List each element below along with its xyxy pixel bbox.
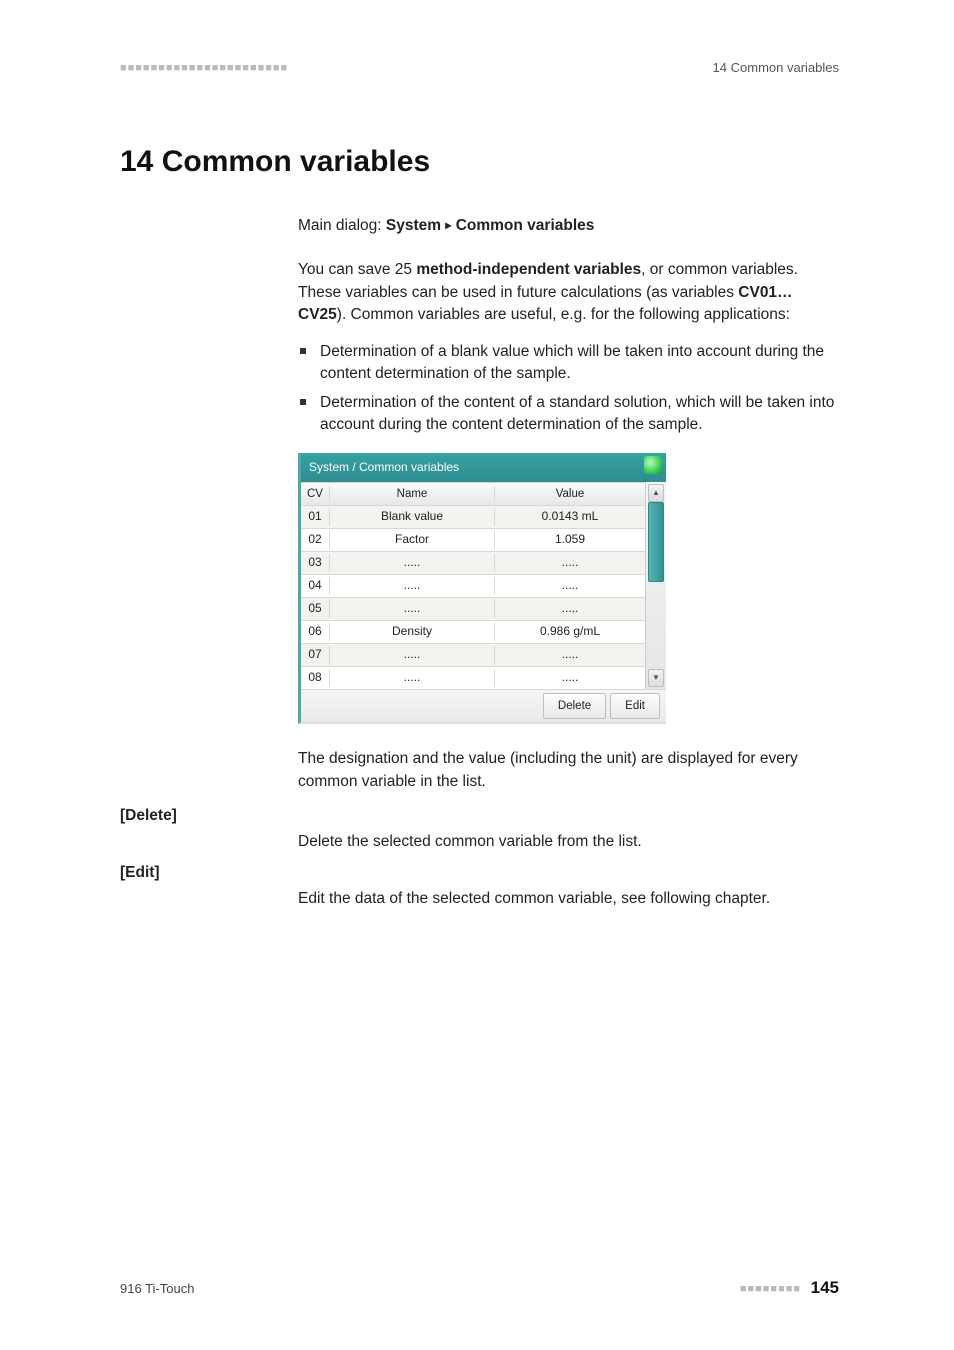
bullet-item: Determination of the content of a standa… (298, 392, 839, 437)
intro-paragraph: You can save 25 method-independent varia… (298, 259, 839, 326)
scrollbar[interactable]: ▲ ▼ (645, 482, 666, 689)
table-row[interactable]: 01 Blank value 0.0143 mL (301, 505, 645, 528)
scroll-down-icon[interactable]: ▼ (648, 669, 664, 687)
bullet-list: Determination of a blank value which wil… (298, 341, 839, 437)
edit-button[interactable]: Edit (610, 693, 660, 720)
table-row[interactable]: 02 Factor 1.059 (301, 528, 645, 551)
after-shot-paragraph: The designation and the value (including… (298, 748, 839, 793)
col-value: Value (495, 486, 645, 503)
breadcrumb-common: Common variables (456, 217, 595, 234)
table-row[interactable]: 04 ..... ..... (301, 574, 645, 597)
breadcrumb-lead: Main dialog: (298, 217, 386, 234)
edit-def-text: Edit the data of the selected common var… (298, 864, 839, 910)
scroll-up-icon[interactable]: ▲ (648, 484, 664, 502)
edit-def-label: [Edit] (120, 864, 298, 910)
table-row[interactable]: 08 ..... ..... (301, 666, 645, 689)
delete-def-text: Delete the selected common variable from… (298, 807, 839, 853)
breadcrumb: Main dialog: System ▸ Common variables (298, 215, 839, 237)
home-icon[interactable] (644, 456, 662, 474)
header-right: 14 Common variables (713, 60, 839, 75)
ui-footer: Delete Edit (301, 689, 666, 722)
delete-def-label: [Delete] (120, 807, 298, 853)
footer-ornament-icon: ■■■■■■■■ (740, 1283, 801, 1295)
ui-screenshot: System / Common variables CV Name Value … (298, 453, 666, 724)
ui-title-bar: System / Common variables (301, 453, 666, 482)
header-ornament-left: ■■■■■■■■■■■■■■■■■■■■■■ (120, 62, 288, 74)
col-name: Name (330, 486, 495, 503)
table-row[interactable]: 06 Density 0.986 g/mL (301, 620, 645, 643)
chapter-title: 14 Common variables (120, 145, 839, 179)
ui-title-text: System / Common variables (309, 459, 459, 476)
table-header: CV Name Value (301, 482, 645, 505)
footer-left: 916 Ti-Touch (120, 1281, 194, 1296)
scroll-thumb[interactable] (648, 502, 664, 582)
col-cv: CV (301, 486, 330, 503)
bullet-item: Determination of a blank value which wil… (298, 341, 839, 386)
table-row[interactable]: 03 ..... ..... (301, 551, 645, 574)
table-row[interactable]: 05 ..... ..... (301, 597, 645, 620)
page-number: 145 (811, 1278, 839, 1297)
delete-button[interactable]: Delete (543, 693, 606, 720)
table-row[interactable]: 07 ..... ..... (301, 643, 645, 666)
breadcrumb-arrow-icon: ▸ (445, 218, 451, 232)
breadcrumb-system: System (386, 217, 441, 234)
